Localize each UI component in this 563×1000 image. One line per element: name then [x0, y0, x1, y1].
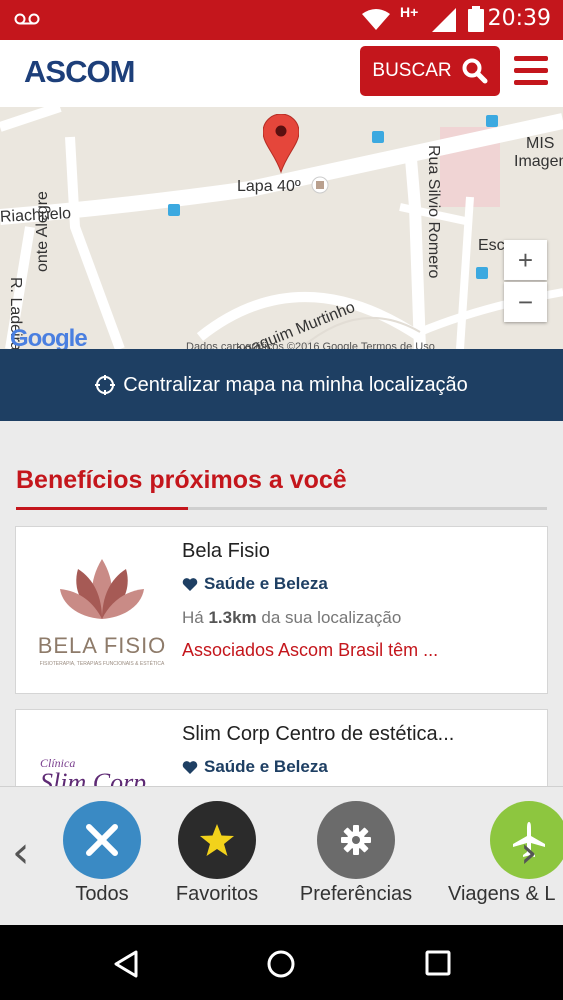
map-label-imagem: Imagem	[514, 153, 563, 170]
map-attribution[interactable]: Dados cartográficos ©2016 Google Termos …	[186, 341, 435, 349]
logo-text: ASCOM	[24, 54, 135, 89]
benefit-distance: Há 1.3km da sua localização	[182, 608, 402, 627]
gear-icon	[317, 801, 395, 879]
benefit-category: Saúde e Beleza	[182, 757, 328, 777]
heart-icon	[182, 577, 198, 591]
system-nav-bar	[0, 925, 563, 1000]
map-label-monte-alegre: onte Alegre	[34, 191, 51, 272]
bela-fisio-logo: BELA FISIO FISIOTERAPIA, TERAPIAS FUNCIO…	[32, 547, 172, 675]
benefit-name: Bela Fisio	[182, 540, 270, 562]
category-favoritos[interactable]: Favoritos	[166, 801, 268, 906]
map-label-silvio-romero: Rua Silvio Romero	[425, 145, 442, 279]
recents-icon[interactable]	[425, 950, 451, 976]
bela-fisio-logo-text: BELA FISIO	[37, 633, 167, 658]
close-icon	[63, 801, 141, 879]
home-icon[interactable]	[266, 949, 296, 979]
map-label-mis: MIS	[526, 135, 555, 152]
zoom-out-button[interactable]: −	[504, 282, 547, 322]
battery-icon	[468, 6, 484, 32]
category-preferencias[interactable]: Preferências	[290, 801, 422, 906]
chevron-right-icon[interactable]: ›	[520, 827, 538, 878]
network-type: H+	[400, 4, 419, 20]
map-label-escola: Esc	[478, 237, 505, 254]
status-bar: H+ 20:39	[0, 0, 563, 40]
category-viagens[interactable]: Viagens & L	[448, 801, 563, 906]
signal-icon	[432, 8, 456, 32]
back-icon[interactable]	[112, 950, 140, 978]
map-label-lapa: Lapa 40º	[237, 178, 301, 195]
hamburger-menu-icon[interactable]	[514, 56, 548, 86]
benefit-promo: Associados Ascom Brasil têm ...	[182, 640, 439, 660]
chevron-left-icon[interactable]: ‹	[12, 827, 30, 878]
benefit-category: Saúde e Beleza	[182, 574, 328, 594]
map-view[interactable]: Lapa 40º Riachuelo R. Ladeira de onte Al…	[0, 107, 563, 349]
app-header: ASCOM BUSCAR	[0, 40, 563, 108]
search-icon	[462, 58, 488, 84]
location-pin-icon[interactable]	[263, 114, 299, 174]
heart-icon	[182, 760, 198, 774]
benefit-card[interactable]: BELA FISIO FISIOTERAPIA, TERAPIAS FUNCIO…	[15, 526, 548, 694]
ascom-logo[interactable]: ASCOM	[24, 54, 135, 90]
section-title: Benefícios próximos a você	[16, 466, 347, 494]
search-button[interactable]: BUSCAR	[360, 46, 500, 96]
category-todos[interactable]: Todos	[62, 801, 142, 906]
zoom-in-button[interactable]: +	[504, 240, 547, 280]
lotus-icon	[60, 559, 144, 619]
google-logo: Google	[10, 325, 88, 349]
clock: 20:39	[487, 6, 551, 31]
center-map-label: Centralizar mapa na minha localização	[123, 373, 468, 396]
category-bar: ‹ Todos Favoritos Preferências Viagens &…	[0, 786, 563, 926]
crosshair-icon	[95, 375, 116, 395]
benefit-name: Slim Corp Centro de estética...	[182, 723, 455, 745]
bela-fisio-logo-subtext: FISIOTERAPIA, TERAPIAS FUNCIONAIS & ESTÉ…	[39, 661, 165, 667]
voicemail-icon	[14, 13, 40, 25]
section-divider-accent	[16, 507, 188, 510]
star-icon	[178, 801, 256, 879]
wifi-icon	[362, 9, 390, 30]
center-map-button[interactable]: Centralizar mapa na minha localização	[0, 349, 563, 421]
search-button-label: BUSCAR	[372, 60, 452, 81]
